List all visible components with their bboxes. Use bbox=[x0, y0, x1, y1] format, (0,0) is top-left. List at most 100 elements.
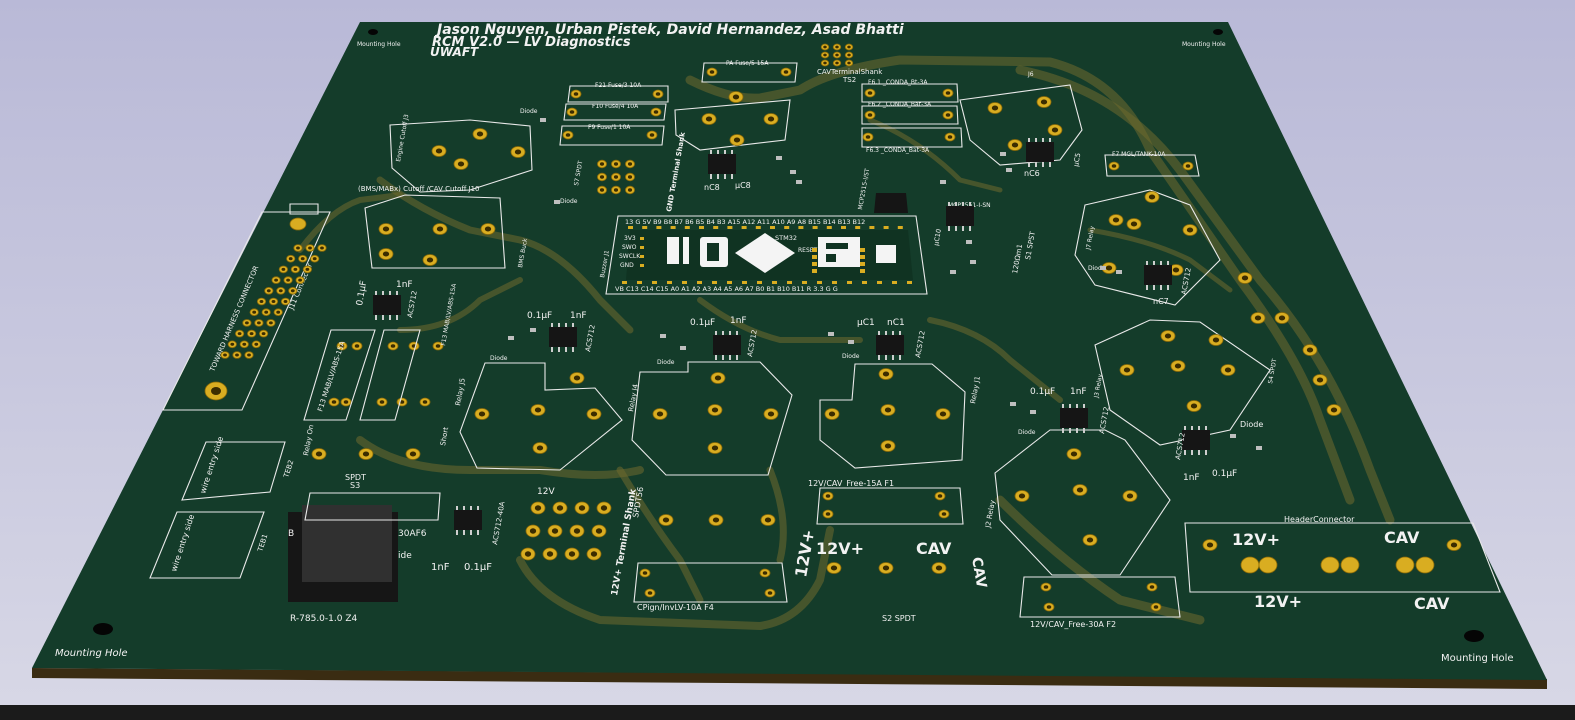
gnd-shank-pads bbox=[597, 159, 636, 195]
pad-hole bbox=[590, 551, 598, 557]
header-pad bbox=[1320, 556, 1340, 574]
pad-hole bbox=[237, 332, 242, 336]
mcu-pad-top bbox=[670, 226, 676, 229]
pad-hole bbox=[764, 517, 772, 523]
smd-component bbox=[680, 346, 686, 350]
smd-component bbox=[660, 334, 666, 338]
pad-hole bbox=[1450, 542, 1458, 548]
fuse-f9-label: F9 Fuse/1 10A bbox=[588, 124, 631, 131]
pad-hole bbox=[939, 411, 947, 417]
chip-pin bbox=[1042, 138, 1044, 142]
smd-component bbox=[1006, 168, 1012, 172]
pad-hole bbox=[712, 517, 720, 523]
chip-pin bbox=[892, 355, 894, 360]
pad-hole bbox=[847, 45, 851, 49]
chip-pin bbox=[962, 202, 964, 206]
pad-hole bbox=[1149, 585, 1155, 589]
pad-hole bbox=[573, 92, 579, 96]
pad-hole bbox=[649, 133, 655, 137]
mcu-pad-bottom bbox=[907, 281, 912, 284]
chip-pin bbox=[724, 150, 726, 154]
chip-pin bbox=[558, 347, 560, 352]
pad-hole bbox=[865, 135, 871, 139]
mcu-pad-reset bbox=[812, 262, 817, 266]
chip-pin bbox=[736, 331, 738, 335]
dcdc-label: R-785.0-1.0 Z4 bbox=[290, 614, 357, 624]
nc1-label: nC1 bbox=[887, 318, 905, 328]
pad-hole bbox=[627, 175, 633, 179]
spdt-s3-label: S3 bbox=[350, 481, 360, 490]
header-cav-label-top: CAV bbox=[1384, 528, 1420, 547]
smd-component bbox=[1010, 402, 1016, 406]
mounting-hole-tr bbox=[1213, 29, 1223, 35]
cutoff-label: (BMS/MABx) Cutoff /CAV Cutoff J10 bbox=[358, 185, 479, 193]
pad-hole bbox=[711, 407, 719, 413]
pad-hole bbox=[823, 53, 827, 57]
pad-hole bbox=[767, 411, 775, 417]
diode-label-7: Diode bbox=[1240, 420, 1263, 429]
mcu-pad-top bbox=[812, 226, 818, 229]
mcu-pad-reset bbox=[812, 248, 817, 252]
chip-pin bbox=[1160, 285, 1162, 290]
acs712-chip bbox=[1182, 430, 1210, 450]
mcu-pad-top bbox=[741, 226, 747, 229]
pad-hole bbox=[595, 528, 603, 534]
pad-hole bbox=[1306, 347, 1314, 353]
pad-hole bbox=[529, 528, 537, 534]
chip-pin bbox=[382, 291, 384, 295]
mcu-pad-top bbox=[897, 226, 903, 229]
pcb-3d-viewport[interactable]: Mounting Hole Mounting Hole Mounting Hol… bbox=[0, 0, 1575, 705]
pad-hole bbox=[1111, 164, 1117, 168]
chip-pin bbox=[382, 315, 384, 320]
chip-pin bbox=[899, 355, 901, 360]
pad-hole bbox=[835, 53, 839, 57]
mcu-pad-bottom bbox=[637, 281, 642, 284]
chip-pin bbox=[1062, 404, 1064, 408]
pad-hole bbox=[935, 565, 943, 571]
chip-pin bbox=[1028, 138, 1030, 142]
pad-hole bbox=[230, 342, 235, 346]
pad-hole bbox=[1051, 127, 1059, 133]
uc8-label: µC8 bbox=[735, 181, 751, 190]
mounting-hole-label-br: Mounting Hole bbox=[1441, 653, 1514, 664]
pad-hole bbox=[600, 505, 608, 511]
chip-pin bbox=[1184, 426, 1186, 430]
mcu-pad-top bbox=[883, 226, 889, 229]
pad-hole bbox=[242, 342, 247, 346]
pad-hole bbox=[884, 443, 892, 449]
pad-hole bbox=[254, 342, 259, 346]
pad-hole bbox=[1043, 585, 1049, 589]
header-connector-label: HeaderConnector bbox=[1284, 515, 1355, 524]
pad-hole bbox=[599, 188, 605, 192]
pad-hole bbox=[767, 591, 773, 595]
pad-hole bbox=[1164, 333, 1172, 339]
pad-hole bbox=[647, 591, 653, 595]
pad-hole bbox=[478, 411, 486, 417]
pad-hole bbox=[556, 505, 564, 511]
mcu-pad-top bbox=[727, 226, 733, 229]
acs712-chip bbox=[876, 335, 904, 355]
mcu-pad-reset bbox=[812, 269, 817, 273]
pcb-render[interactable]: Mounting Hole Mounting Hole Mounting Hol… bbox=[0, 0, 1575, 705]
pad-hole bbox=[382, 226, 390, 232]
fuse-f7-label: F7 MGL/TANK-10A bbox=[1112, 151, 1166, 158]
pad-hole bbox=[709, 70, 715, 74]
mounting-hole-tl bbox=[368, 29, 378, 35]
harness-mount-pad-top bbox=[289, 217, 307, 231]
mcu-pin-swclk: SWCLK bbox=[619, 253, 641, 260]
pad-hole bbox=[362, 451, 370, 457]
nc6-label: nC6 bbox=[1024, 169, 1040, 178]
smd-component bbox=[508, 336, 514, 340]
cap-01uf-label-6: 0.1µF bbox=[464, 562, 492, 573]
pad-hole bbox=[223, 353, 227, 357]
pad-hole bbox=[286, 278, 290, 282]
chip-pin bbox=[1205, 450, 1207, 455]
pad-hole bbox=[1206, 542, 1214, 548]
smd-component bbox=[970, 260, 976, 264]
pad-hole bbox=[705, 116, 713, 122]
chip-pin bbox=[1028, 162, 1030, 167]
pad-hole bbox=[991, 105, 999, 111]
pad-hole bbox=[573, 375, 581, 381]
ide-label: ide bbox=[398, 551, 412, 561]
pad-hole bbox=[426, 257, 434, 263]
